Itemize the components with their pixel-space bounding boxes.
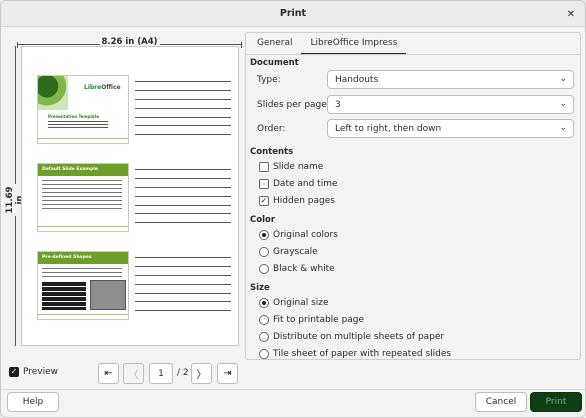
slide-text-lines — [42, 268, 122, 278]
tab-divider — [245, 54, 581, 55]
title-bar: Print ✕ — [1, 1, 585, 27]
first-page-button[interactable]: ⇤ — [98, 363, 119, 384]
tab-bar: General LibreOffice Impress — [248, 33, 407, 55]
chevron-down-icon: ⌄ — [559, 99, 567, 109]
notes-lines-3 — [135, 257, 231, 319]
contents-heading: Contents — [250, 147, 294, 157]
page-number-input[interactable]: 1 — [149, 363, 173, 384]
fit-to-page-radio[interactable]: Fit to printable page — [259, 315, 364, 325]
height-dimension: 11.69 in — [5, 46, 25, 346]
grayscale-radio[interactable]: Grayscale — [259, 247, 318, 257]
slide-title: Default Slide Example — [42, 167, 98, 172]
preview-page: LibreOffice Presentation Template Defaul… — [21, 46, 239, 346]
dialog-title: Print — [279, 8, 307, 19]
checkbox-checked-icon[interactable]: ✓ — [9, 367, 19, 377]
chevron-down-icon: ⌄ — [559, 74, 567, 84]
cancel-button[interactable]: Cancel — [475, 392, 527, 412]
order-label: Order: — [257, 124, 286, 134]
slide-thumbnail-1: LibreOffice Presentation Template — [37, 75, 129, 144]
type-select[interactable]: Handouts ⌄ — [327, 70, 574, 89]
slide-text-lines — [48, 121, 108, 129]
size-heading: Size — [250, 283, 270, 293]
slide-footer — [38, 226, 128, 231]
shapes-table — [42, 282, 86, 310]
original-size-radio[interactable]: Original size — [259, 298, 329, 308]
slide-name-checkbox[interactable]: Slide name — [259, 162, 323, 172]
slide-footer — [38, 314, 128, 319]
tab-libreoffice-impress[interactable]: LibreOffice Impress — [301, 33, 407, 55]
checkbox-checked-icon[interactable]: ✓ — [259, 196, 269, 206]
notes-lines-1 — [135, 81, 231, 143]
color-heading: Color — [250, 215, 276, 225]
shapes-box — [90, 280, 126, 310]
button-divider — [1, 389, 585, 390]
chevron-down-icon: ⌄ — [559, 123, 567, 133]
close-icon[interactable]: ✕ — [563, 6, 579, 22]
hidden-pages-checkbox[interactable]: ✓ Hidden pages — [259, 196, 335, 206]
slides-per-page-select[interactable]: 3 ⌄ — [327, 95, 574, 114]
print-dialog: Print ✕ 8.26 in (A4) 11.69 in LibreOffic… — [0, 0, 586, 418]
help-button[interactable]: Help — [7, 392, 59, 412]
slide-title: Presentation Template — [48, 114, 100, 119]
page-total: / 2 — [177, 368, 189, 378]
print-preview: 8.26 in (A4) 11.69 in LibreOffice Presen… — [5, 32, 242, 360]
slides-per-page-label: Slides per page: — [257, 100, 330, 110]
slide-thumbnail-3: Pre-defined Shapes — [37, 251, 129, 320]
notes-lines-2 — [135, 169, 231, 231]
previous-page-button[interactable]: 〈 — [123, 363, 144, 384]
order-select[interactable]: Left to right, then down ⌄ — [327, 119, 574, 138]
black-white-radio[interactable]: Black & white — [259, 264, 335, 274]
print-button[interactable]: Print — [530, 392, 582, 412]
distribute-sheets-radio[interactable]: Distribute on multiple sheets of paper — [259, 332, 444, 342]
libreoffice-logo: LibreOffice — [84, 84, 121, 91]
slide-text-lines — [42, 180, 122, 212]
next-page-button[interactable]: 〉 — [191, 363, 212, 384]
preview-label: Preview — [23, 367, 59, 377]
leaves-image — [38, 76, 68, 110]
slide-thumbnail-2: Default Slide Example — [37, 163, 129, 232]
last-page-button[interactable]: ⇥ — [217, 363, 238, 384]
document-heading: Document — [250, 58, 299, 68]
tile-sheet-radio[interactable]: Tile sheet of paper with repeated slides — [259, 349, 451, 359]
preview-checkbox[interactable]: ✓ Preview — [9, 367, 58, 377]
date-time-checkbox[interactable]: Date and time — [259, 179, 338, 189]
original-colors-radio[interactable]: Original colors — [259, 230, 338, 240]
tab-general[interactable]: General — [248, 33, 301, 55]
type-label: Type: — [257, 75, 281, 85]
slide-footer — [38, 138, 128, 143]
slide-title: Pre-defined Shapes — [42, 255, 92, 260]
